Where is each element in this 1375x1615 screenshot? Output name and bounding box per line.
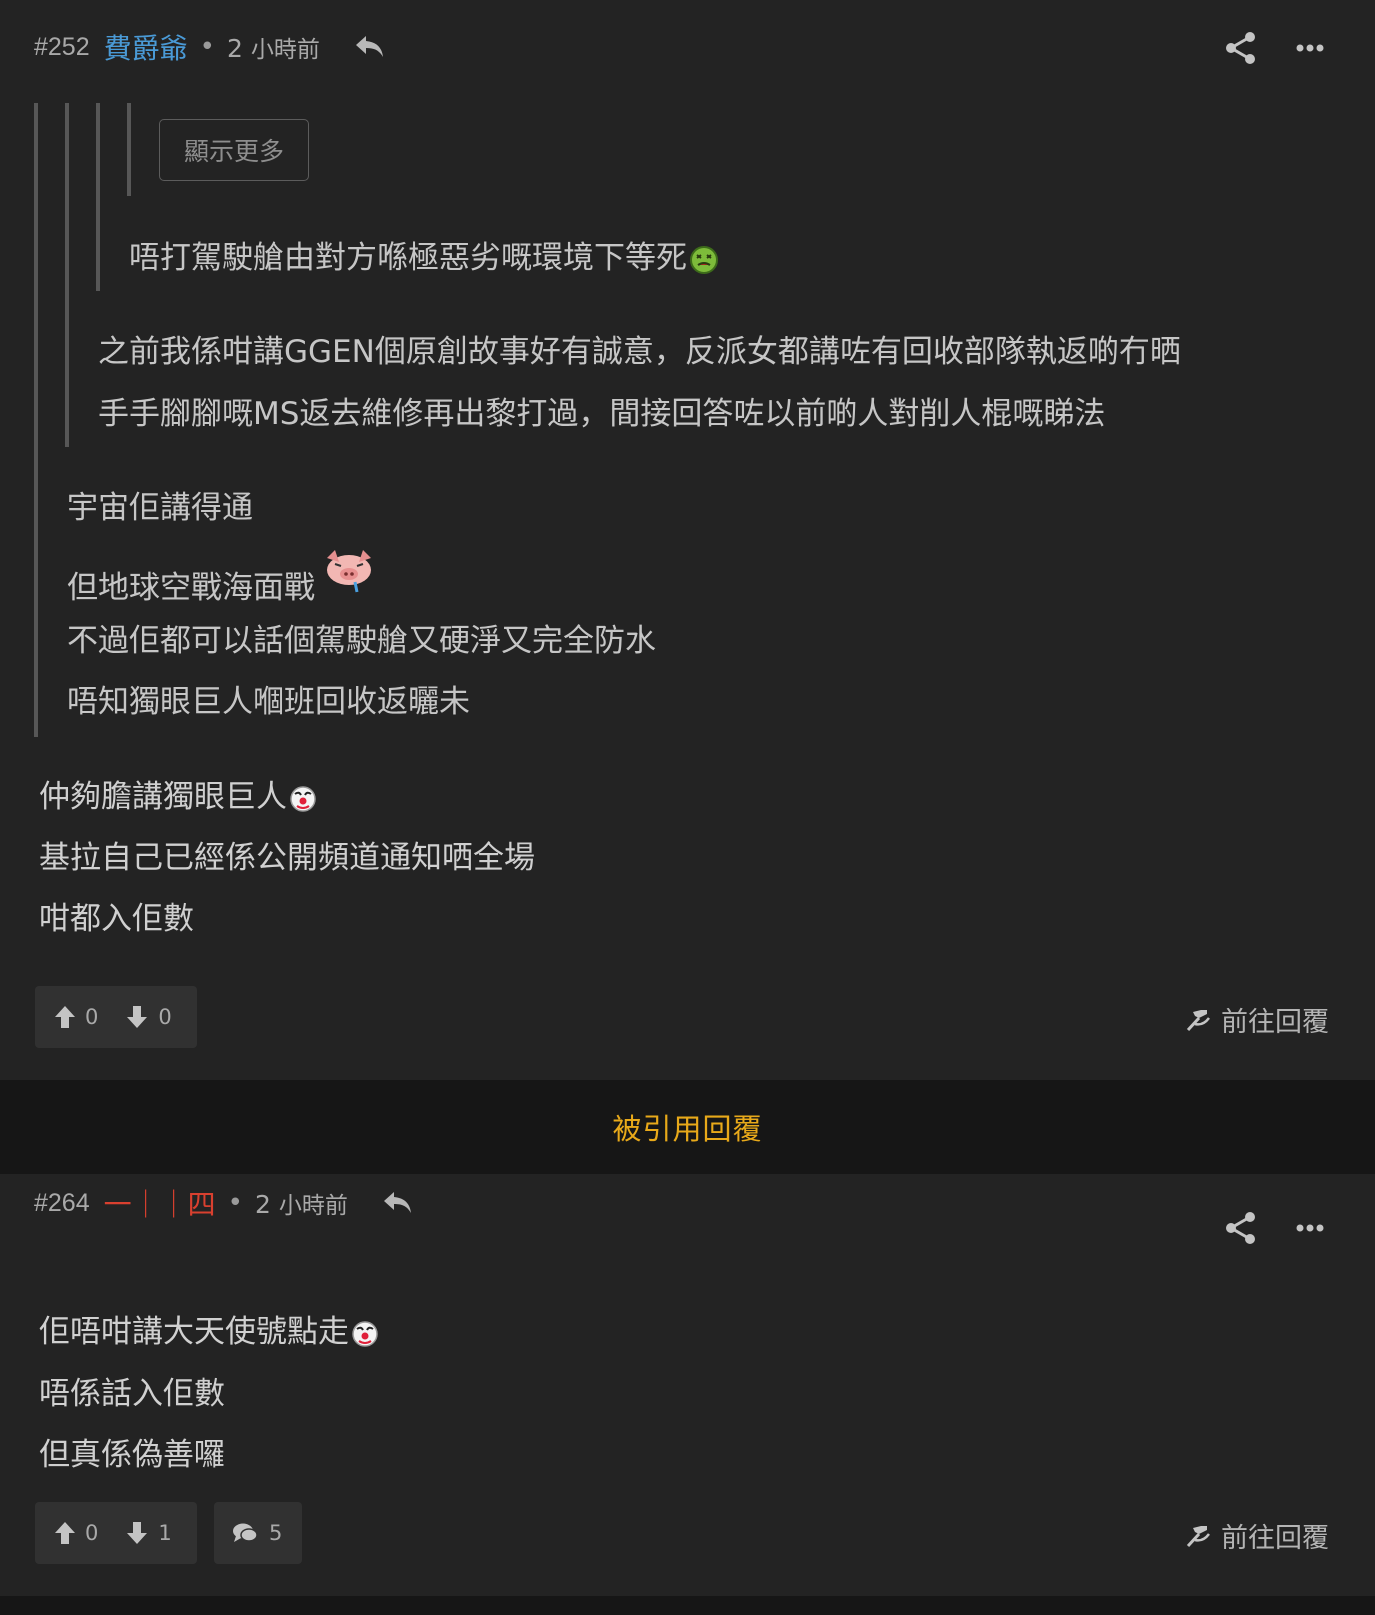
downvote-button[interactable]: 1	[126, 1521, 172, 1545]
bottom-divider	[0, 1596, 1375, 1615]
post-body-line-1: 佢唔咁講大天使號點走	[39, 1312, 379, 1352]
quote-level1-line-2: 但地球空戰海面戰	[67, 550, 379, 608]
quote-level1-line-4: 唔知獨眼巨人嗰班回收返曬未	[67, 684, 470, 720]
quote-level3-text: 唔打駕駛艙由對方喺極惡劣嘅環境下等死	[129, 238, 719, 278]
separator-dot: •	[227, 1188, 243, 1218]
post-252: #252 費爵爺 • 2 小時前 顯示更多 唔打駕駛艙由對方喺極惡劣嘅環境下等死…	[0, 0, 1375, 1080]
username-link[interactable]: 一｜｜四	[104, 1183, 216, 1223]
comment-bubbles-icon	[233, 1523, 258, 1542]
vote-bar: 0 1	[35, 1502, 197, 1564]
post-264: #264 一｜｜四 • 2 小時前 佢唔咁講大天使號點走 唔係話入佢數 但真係偽…	[0, 1174, 1375, 1596]
time-number: 2	[226, 34, 243, 63]
pig-face-emoji-icon	[327, 550, 371, 593]
quote-bar-level2	[65, 103, 69, 447]
time-unit: 小時前	[250, 37, 320, 63]
clown-face-emoji-icon	[290, 785, 316, 812]
downvote-button[interactable]: 0	[126, 1005, 172, 1029]
quote-bar-level3	[96, 103, 100, 291]
goto-reply-link[interactable]: 前往回覆	[1185, 1000, 1329, 1039]
quoted-replies-header: 被引用回覆	[0, 1080, 1375, 1174]
quote-level3-line: 唔打駕駛艙由對方喺極惡劣嘅環境下等死	[129, 240, 687, 276]
reply-icon[interactable]	[354, 33, 386, 61]
post-time: 2 小時前	[255, 1186, 348, 1220]
goto-reply-icon	[1186, 1525, 1210, 1547]
post-body-line-2: 基拉自己已經係公開頻道通知哂全場	[39, 840, 535, 876]
goto-reply-label: 前往回覆	[1221, 1523, 1329, 1554]
goto-reply-label: 前往回覆	[1221, 1007, 1329, 1038]
quote-level1-line-1: 宇宙佢講得通	[67, 490, 253, 526]
upvote-count: 0	[85, 1521, 99, 1545]
arrow-up-icon	[55, 1006, 75, 1028]
post-body-line-1-text: 佢唔咁講大天使號點走	[39, 1314, 349, 1350]
downvote-count: 1	[158, 1521, 172, 1545]
clown-face-emoji-icon	[352, 1320, 378, 1347]
downvote-count: 0	[158, 1005, 172, 1029]
show-more-button[interactable]: 顯示更多	[159, 119, 309, 181]
share-icon[interactable]	[1225, 1211, 1257, 1245]
post-body-line-3: 咁都入佢數	[39, 901, 194, 937]
arrow-down-icon	[127, 1522, 148, 1544]
share-icon[interactable]	[1225, 31, 1257, 65]
post-number: #264	[34, 1188, 90, 1217]
post-body-line-2: 唔係話入佢數	[39, 1376, 225, 1412]
quote-level1-line-2-text: 但地球空戰海面戰	[67, 570, 315, 606]
quote-bar-level4	[127, 103, 131, 196]
time-unit: 小時前	[278, 1193, 348, 1219]
post-body-line-1-text: 仲夠膽講獨眼巨人	[39, 779, 287, 815]
post-body-line-3: 但真係偽善囉	[39, 1437, 225, 1473]
upvote-button[interactable]: 0	[54, 1521, 98, 1545]
goto-reply-icon	[1186, 1009, 1210, 1031]
post-time: 2 小時前	[227, 30, 320, 64]
comments-button[interactable]: 5	[214, 1502, 302, 1564]
reply-icon[interactable]	[382, 1189, 414, 1217]
quote-level2-line-1: 之前我係咁講GGEN個原創故事好有誠意，反派女都講咗有回收部隊執返啲冇晒	[98, 334, 1181, 370]
arrow-up-icon	[55, 1522, 75, 1544]
quoted-replies-label: 被引用回覆	[612, 1112, 763, 1146]
separator-dot: •	[199, 32, 215, 62]
sick-face-emoji-icon	[690, 245, 718, 274]
quote-level1-line-3: 不過佢都可以話個駕駛艙又硬淨又完全防水	[67, 623, 656, 659]
goto-reply-link[interactable]: 前往回覆	[1185, 1516, 1329, 1555]
more-options-icon[interactable]	[1296, 1223, 1324, 1233]
more-options-icon[interactable]	[1296, 43, 1324, 53]
post-header: #252 費爵爺 • 2 小時前	[34, 22, 386, 72]
post-number: #252	[34, 32, 90, 61]
quote-level2-line-2: 手手腳腳嘅MS返去維修再出黎打過，間接回答咗以前啲人對削人棍嘅睇法	[98, 396, 1106, 432]
arrow-down-icon	[127, 1006, 148, 1028]
vote-bar: 0 0	[35, 986, 197, 1048]
comments-count: 5	[269, 1521, 283, 1545]
post-body-line-1: 仲夠膽講獨眼巨人	[39, 777, 317, 817]
username-link[interactable]: 費爵爺	[104, 27, 188, 67]
upvote-count: 0	[85, 1005, 99, 1029]
post-header: #264 一｜｜四 • 2 小時前	[34, 1178, 414, 1228]
quote-bar-level1	[34, 103, 38, 737]
time-number: 2	[254, 1190, 271, 1219]
upvote-button[interactable]: 0	[54, 1005, 98, 1029]
